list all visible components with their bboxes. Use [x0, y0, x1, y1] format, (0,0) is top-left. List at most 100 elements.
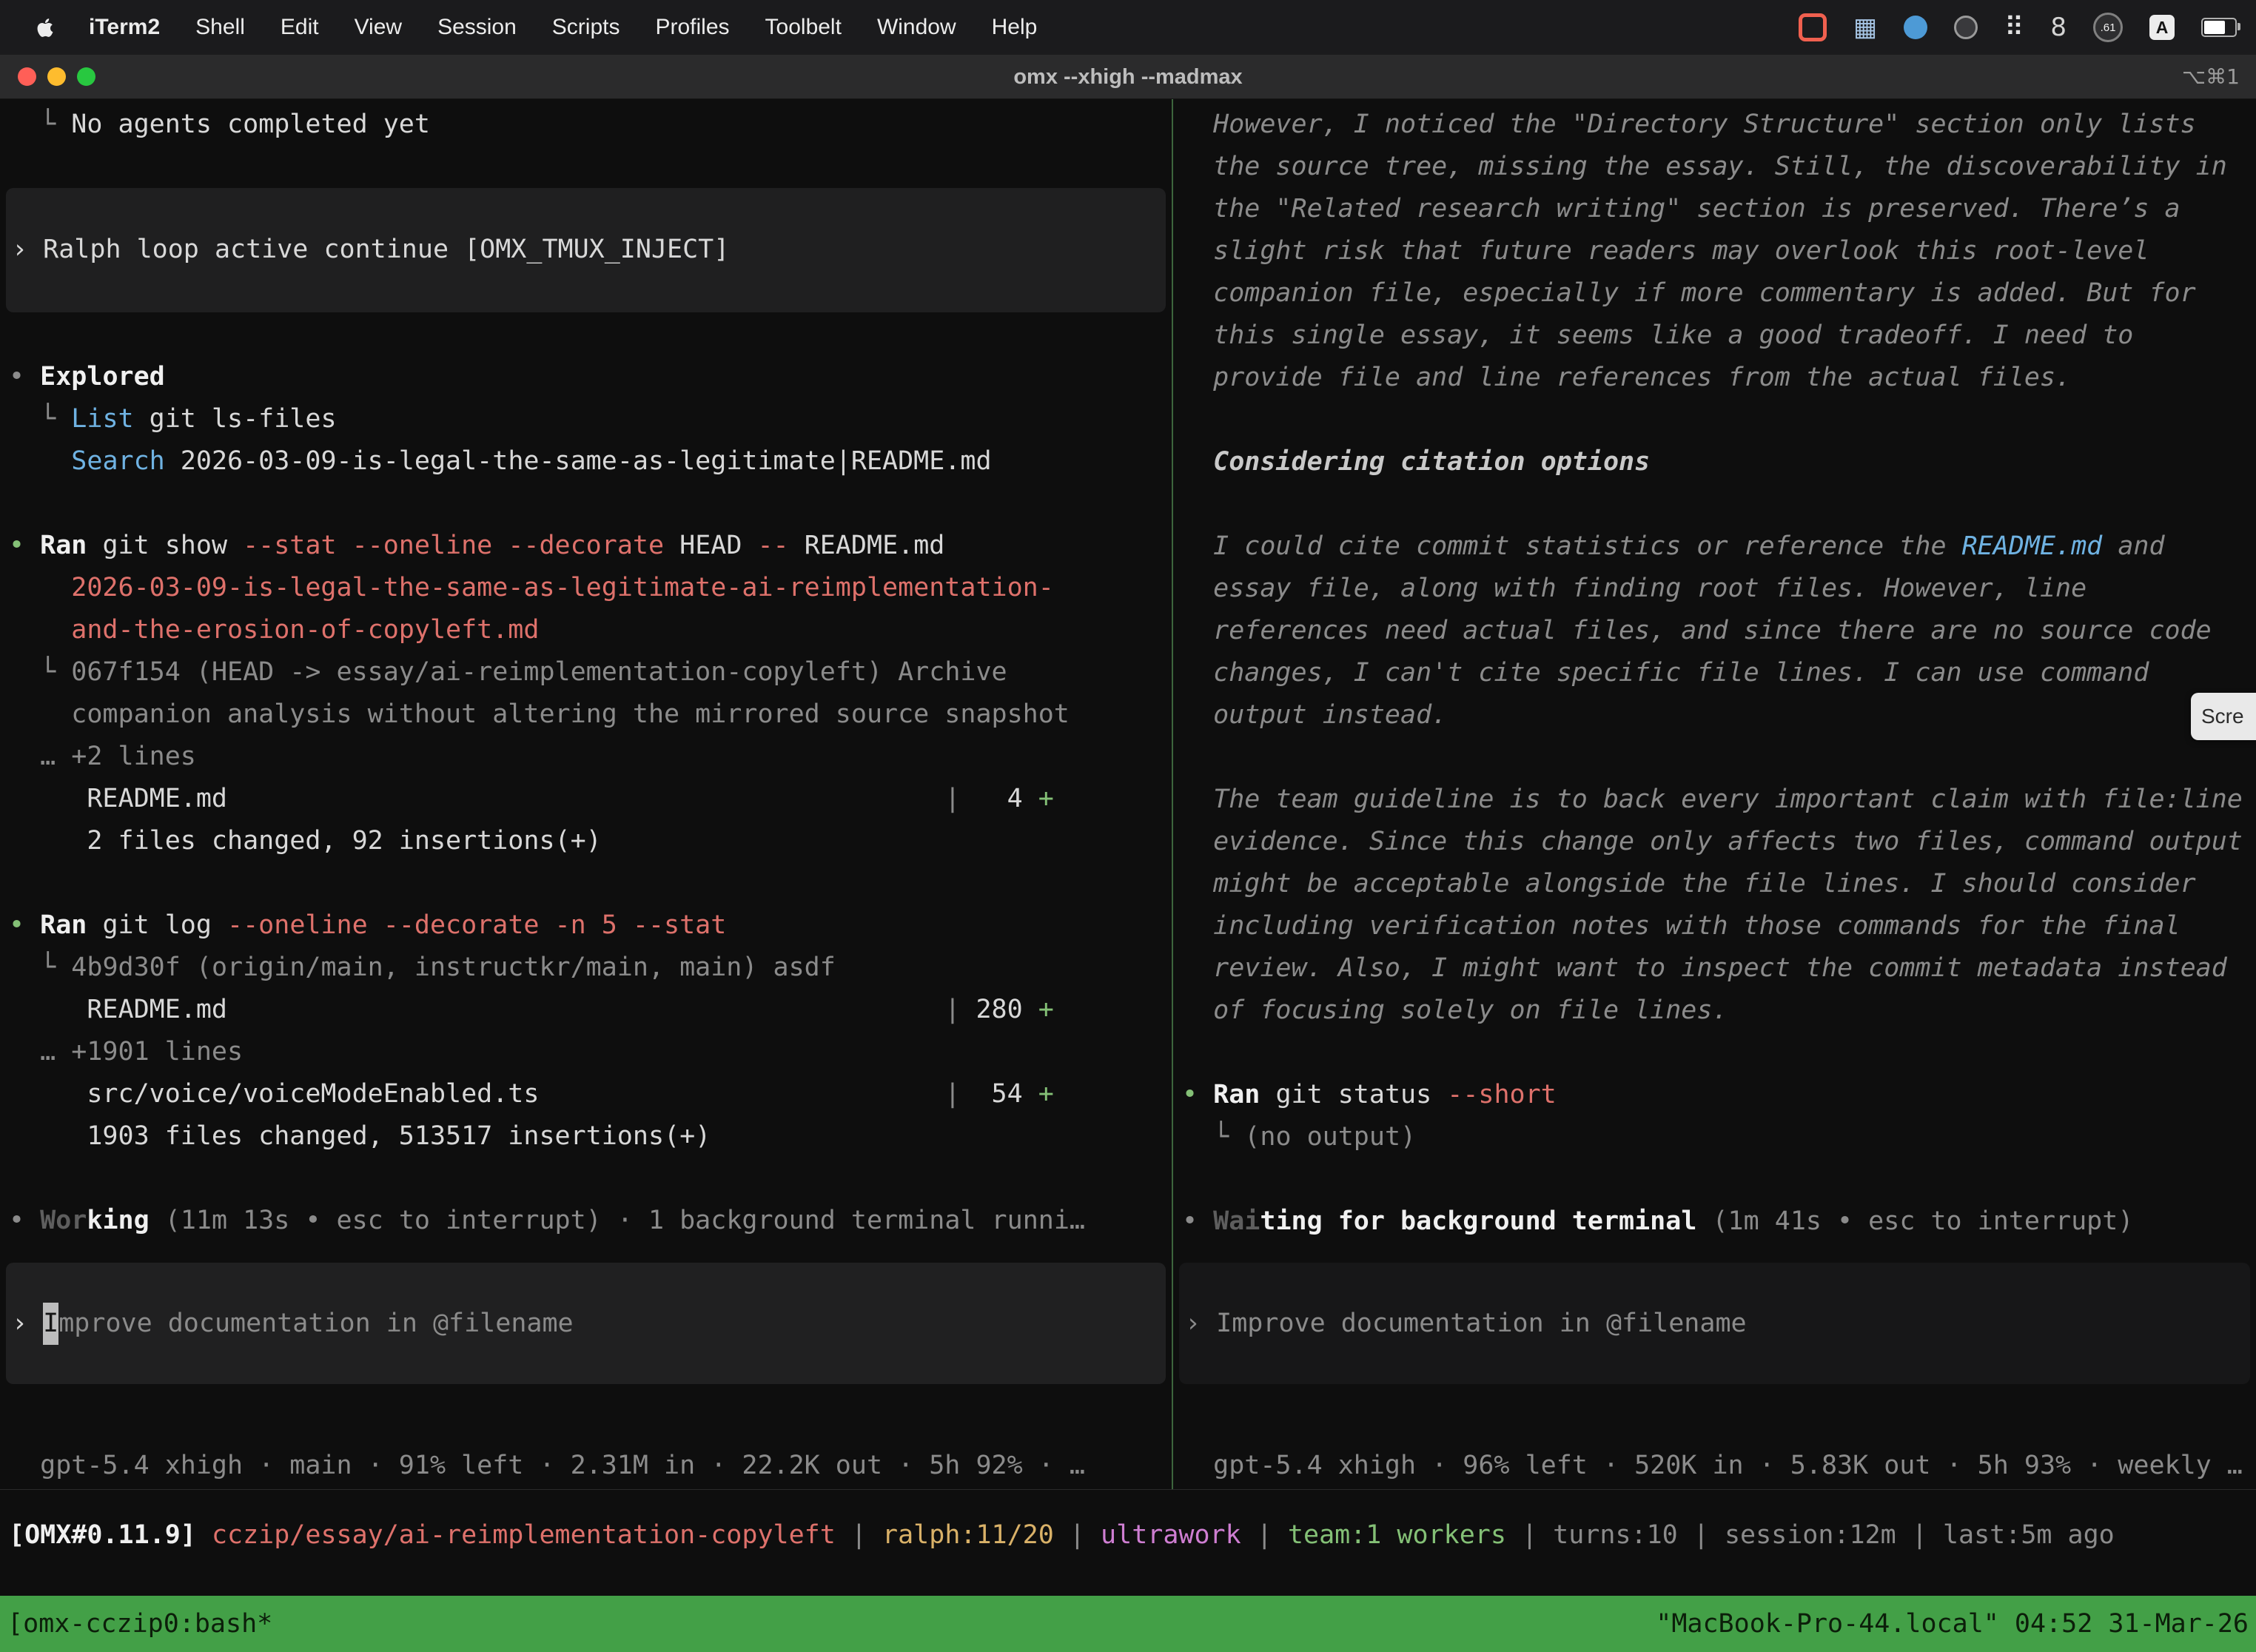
menu-item-toolbelt[interactable]: Toolbelt [748, 15, 859, 40]
terminal-text-segment: • [9, 910, 40, 940]
terminal-text-segment: • [9, 531, 40, 560]
menu-item-scripts[interactable]: Scripts [534, 15, 638, 40]
terminal-text-segment: Wor [40, 1206, 87, 1235]
terminal-text-segment: Explored [40, 362, 165, 392]
terminal-text-segment: └ [9, 657, 71, 687]
terminal-text-segment: git status [1260, 1080, 1447, 1109]
terminal-text-segment: Ran [40, 910, 87, 940]
screen-sharing-tooltip-text: Scre [2201, 705, 2244, 728]
terminal-line: I could cite commit statistics or refere… [1182, 526, 2256, 568]
terminal-line: [OMX#0.11.9] cczip/essay/ai-reimplementa… [9, 1514, 2256, 1557]
terminal-line: └ No agents completed yet [9, 104, 1172, 146]
terminal-text-segment: cczip/essay/ai-reimplementation-copyleft [212, 1520, 836, 1550]
terminal-line: However, I noticed the "Directory Struct… [1182, 104, 2256, 146]
blue-app-icon[interactable] [1904, 16, 1927, 39]
terminal-text-segment: • [9, 1206, 40, 1235]
terminal-text-segment [9, 446, 71, 476]
terminal-line: Search 2026-03-09-is-legal-the-same-as-l… [9, 440, 1172, 483]
terminal-text-segment: companion file, especially if more comme… [1182, 278, 2196, 308]
password-manager-icon[interactable] [2050, 16, 2067, 39]
grid-app-icon[interactable] [1853, 16, 1877, 39]
terminal-line: • Explored [9, 356, 1172, 398]
menu-item-profiles[interactable]: Profiles [637, 15, 747, 40]
terminal-text-segment: review. Also, I might want to inspect th… [1182, 953, 2227, 983]
terminal-text-segment: ralph:11/20 [882, 1520, 1054, 1550]
dark-app-icon[interactable] [1954, 16, 1978, 39]
terminal-text-segment: 54 [960, 1079, 1038, 1109]
right-model-status-line: gpt-5.4 xhigh · 96% left · 520K in · 5.8… [1182, 1445, 2243, 1487]
terminal-line: output instead. [1182, 694, 2256, 736]
terminal-text-segment: last:5m ago [1943, 1520, 2115, 1550]
terminal-text-segment: essay file, along with finding root file… [1182, 574, 2087, 603]
apple-menu[interactable] [19, 16, 71, 39]
terminal-text-segment: might be acceptable alongside the file l… [1182, 869, 2196, 899]
tmux-pane-left[interactable]: └ No agents completed yet › Ralph loop a… [0, 99, 1172, 1489]
terminal-text-segment: changes, I can't cite specific file line… [1182, 658, 2149, 688]
terminal-line: • Ran git status --short [1182, 1074, 2256, 1116]
terminal-text-segment: 4b9d30f (origin/main, instructkr/main, m… [71, 953, 836, 982]
input-text: Improve documentation in @filename [1216, 1303, 1746, 1345]
tmux-pane-right[interactable]: However, I noticed the "Directory Struct… [1173, 99, 2256, 1489]
terminal-text-segment: (1m 41s • esc to interrupt) [1696, 1206, 2133, 1236]
terminal-text-segment: | [539, 1079, 960, 1109]
menu-item-session[interactable]: Session [420, 15, 534, 40]
terminal-text-segment: ting for background terminal [1260, 1206, 1696, 1236]
terminal-text-segment: Search [71, 446, 164, 476]
terminal-text-segment: src/voice/voiceModeEnabled.ts [9, 1079, 539, 1109]
terminal-text-segment: 1903 files changed, 513517 insertions(+) [9, 1121, 711, 1151]
window-title-bar: omx --xhigh --madmax ⌥⌘1 [0, 55, 2256, 99]
terminal-text-segment: • [9, 362, 40, 392]
terminal-text-segment: evidence. Since this change only affects… [1182, 827, 2243, 856]
menu-item-iterm2[interactable]: iTerm2 [71, 15, 178, 40]
window-shortcut-badge: ⌥⌘1 [2182, 55, 2240, 99]
macos-menu-bar: iTerm2 Shell Edit View Session Scripts P… [0, 0, 2256, 55]
terminal-text-segment: List [71, 404, 133, 434]
terminal-text-segment: including verification notes with those … [1182, 911, 2181, 941]
battery-icon[interactable] [2201, 18, 2237, 37]
terminal-text-segment: of focusing solely on file lines. [1182, 995, 1728, 1025]
terminal-text-segment: --stat --oneline --decorate [243, 531, 664, 560]
terminal-text-segment: | [1678, 1520, 1725, 1550]
terminal-text-segment: • [1182, 1080, 1213, 1109]
terminal-line: └ 4b9d30f (origin/main, instructkr/main,… [9, 947, 1172, 989]
terminal-line: • Ran git log --oneline --decorate -n 5 … [9, 904, 1172, 947]
menu-item-view[interactable]: View [337, 15, 420, 40]
terminal-line: including verification notes with those … [1182, 905, 2256, 947]
screen-recording-icon[interactable] [1799, 13, 1827, 41]
terminal-text-segment: and [2102, 531, 2164, 561]
terminal-text-segment: └ [1182, 1122, 1244, 1152]
terminal-line: src/voice/voiceModeEnabled.ts | 54 + [9, 1073, 1172, 1115]
terminal-text-segment: slight risk that future readers may over… [1182, 236, 2149, 266]
terminal-line: the source tree, missing the essay. Stil… [1182, 146, 2256, 188]
terminal-line [9, 1158, 1172, 1200]
terminal-text-segment: └ [9, 953, 71, 982]
left-prompt-input[interactable]: › Improve documentation in @filename [6, 1263, 1166, 1384]
terminal-line: › Ralph loop active continue [OMX_TMUX_I… [12, 229, 1166, 271]
left-pane-header: └ No agents completed yet [9, 104, 1172, 146]
terminal-text-segment: 2026-03-09-is-legal-the-same-as-legitima… [165, 446, 992, 476]
input-source-icon[interactable]: A [2149, 15, 2175, 40]
menu-item-shell[interactable]: Shell [178, 15, 263, 40]
terminal-line: references need actual files, and since … [1182, 610, 2256, 652]
screen-sharing-tooltip[interactable]: Scre [2191, 693, 2256, 740]
menu-item-help[interactable]: Help [974, 15, 1055, 40]
right-prompt-input[interactable]: › Improve documentation in @filename [1179, 1263, 2250, 1384]
terminal-line: The team guideline is to back every impo… [1182, 779, 2256, 821]
terminal-text-segment: 2 files changed, 92 insertions(+) [9, 826, 602, 856]
terminal-line: … +1901 lines [9, 1031, 1172, 1073]
terminal-line: └ List git ls-files [9, 398, 1172, 440]
terminal-line [1182, 399, 2256, 441]
terminal-text-segment: HEAD [664, 531, 757, 560]
dots-grid-icon[interactable] [2004, 16, 2024, 39]
terminal-text-segment: + [1038, 995, 1054, 1024]
terminal-line: companion file, especially if more comme… [1182, 272, 2256, 315]
terminal-text-segment: + [1038, 1079, 1054, 1109]
terminal-text-segment: | [836, 1520, 882, 1550]
meter-gauge-icon[interactable]: .61 [2093, 13, 2123, 42]
terminal-text-segment: king [87, 1206, 149, 1235]
menu-item-window[interactable]: Window [859, 15, 974, 40]
terminal-area: └ No agents completed yet › Ralph loop a… [0, 99, 2256, 1489]
terminal-text-segment: git log [87, 910, 227, 940]
menu-item-edit[interactable]: Edit [263, 15, 337, 40]
terminal-text-segment: Considering citation options [1182, 447, 1650, 477]
